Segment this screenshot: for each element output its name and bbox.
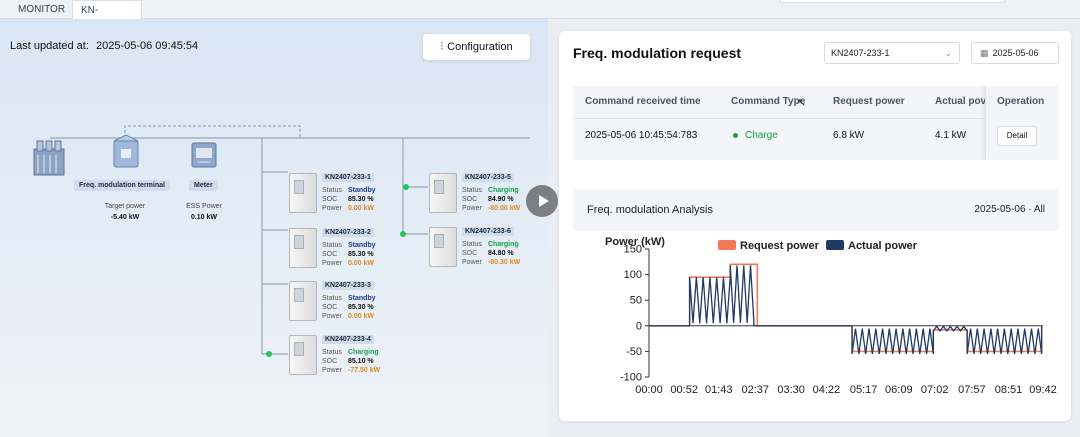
top-dropdown-edge [780, 0, 1005, 3]
chevron-down-icon: ⌄ [944, 48, 952, 58]
unit-status-row: Status Charging [322, 349, 379, 356]
meter-label: Meter [189, 180, 218, 191]
unit-power-row: Power -77.50 kW [322, 367, 381, 374]
col-header-operation: Operation [997, 96, 1045, 107]
x-tick-label: 00:00 [635, 384, 663, 396]
tab-monitor-label: MONITOR [18, 4, 66, 15]
y-tick-label: 100 [624, 269, 642, 281]
cell-type: Charge [733, 130, 778, 141]
x-tick-label: 02:37 [742, 384, 770, 396]
unit-card-1[interactable]: KN2407-233-1 Status Standby SOC 85.30 % … [289, 173, 409, 223]
unit-soc-row: SOC 85.30 % [322, 196, 374, 203]
battery-cabinet-icon [289, 228, 317, 268]
dashed-link [124, 125, 301, 138]
unit-card-2[interactable]: KN2407-233-2 Status Standby SOC 85.30 % … [289, 228, 409, 278]
transformer-icon [33, 140, 65, 176]
y-tick-label: -50 [626, 346, 642, 358]
detail-button[interactable]: Detail [997, 126, 1037, 146]
ess-power-value: 0.10 kW [190, 214, 218, 221]
battery-cabinet-icon [429, 227, 457, 267]
tab-kn-2407[interactable]: KN-2407✕ [72, 0, 142, 35]
cell-time: 2025-05-06 10:45:54:783 [585, 130, 698, 141]
x-tick-label: 07:57 [958, 384, 986, 396]
active-dot-4 [266, 351, 272, 357]
unit-power-row: Power 0.00 kW [322, 260, 375, 267]
unit-name: KN2407-233-1 [322, 173, 374, 182]
unit-soc-row: SOC 85.30 % [322, 251, 374, 258]
legend-label: Actual power [848, 240, 918, 252]
unit-name: KN2407-233-4 [322, 335, 374, 344]
battery-cabinet-icon [289, 173, 317, 213]
x-tick-label: 09:42 [1029, 384, 1057, 396]
unit-card-3[interactable]: KN2407-233-3 Status Standby SOC 85.30 % … [289, 281, 409, 331]
unit-card-6[interactable]: KN2407-233-6 Status Charging SOC 84.80 %… [429, 227, 549, 277]
x-tick-label: 08:51 [995, 384, 1023, 396]
y-tick-label: -100 [620, 372, 642, 384]
unit-power-row: Power 0.00 kW [322, 205, 375, 212]
x-tick-label: 04:22 [813, 384, 841, 396]
unit-name: KN2407-233-5 [462, 173, 514, 182]
chart-area: -100 -50 0 50 100 150 00:00 00:52 01:43 02:37 03:3… [573, 231, 1059, 407]
operation-column: Operation Detail [985, 86, 1059, 160]
legend-swatch [718, 240, 736, 250]
unit-status-row: Status Standby [322, 242, 376, 249]
terminal-icon [113, 134, 139, 168]
unit-soc-row: SOC 85.30 % [322, 304, 374, 311]
unit-card-4[interactable]: KN2407-233-4 Status Charging SOC 85.10 %… [289, 335, 409, 385]
device-select-value: KN2407-233-1 [831, 48, 890, 58]
legend-label: Request power [740, 240, 820, 252]
analysis-range: 2025-05-06 · All [974, 204, 1045, 215]
unit-name: KN2407-233-2 [322, 228, 374, 237]
x-tick-label: 07:02 [921, 384, 949, 396]
y-axis-label: Power (kW) [605, 236, 665, 248]
panel-title: Freq. modulation request [573, 45, 742, 61]
col-header-time: Command received time [585, 96, 701, 107]
unit-status-row: Status Standby [322, 187, 376, 194]
unit-soc-row: SOC 85.10 % [322, 358, 374, 365]
x-tick-label: 00:52 [670, 384, 698, 396]
device-select[interactable]: KN2407-233-1 ⌄ [824, 42, 960, 64]
unit-status-row: Status Charging [462, 241, 519, 248]
status-dot-icon [733, 132, 738, 138]
power-chart: -100-5005010015000:00 00:52 01:43 02:37 03:3… [605, 236, 1057, 396]
target-power-label: Target power [104, 203, 146, 210]
request-table: Command received time Command Type Reque… [573, 86, 1059, 160]
play-icon[interactable] [526, 185, 558, 217]
unit-power-row: Power 0.00 kW [322, 313, 375, 320]
unit-power-row: Power -80.30 kW [462, 259, 521, 266]
cell-actual: 4.1 kW [935, 130, 967, 141]
col-header-type: Command Type [731, 96, 806, 107]
x-tick-label: 06:09 [885, 384, 913, 396]
terminal-label: Freq. modulation terminal [74, 180, 170, 191]
date-value: 2025-05-06 [992, 48, 1039, 58]
x-tick-label: 05:17 [850, 384, 878, 396]
topology-panel: Last updated at: 2025-05-06 09:45:54 ⫶ Co… [0, 19, 548, 437]
unit-soc-row: SOC 84.80 % [462, 250, 514, 257]
ess-power-label: ESS Power [186, 203, 222, 210]
col-header-request: Request power [833, 96, 905, 107]
battery-cabinet-icon [429, 173, 457, 213]
y-tick-label: 0 [636, 320, 642, 332]
legend-swatch [826, 240, 844, 250]
unit-status-row: Status Standby [322, 295, 376, 302]
x-tick-label: 01:43 [705, 384, 733, 396]
analysis-title: Freq. modulation Analysis [587, 204, 713, 216]
battery-cabinet-icon [289, 281, 317, 321]
x-tick-label: 03:30 [777, 384, 805, 396]
target-power-value: -5.40 kW [110, 214, 140, 221]
calendar-icon: ▦ [980, 48, 989, 58]
freq-request-panel: Freq. modulation request KN2407-233-1 ⌄ … [559, 31, 1071, 421]
battery-cabinet-icon [289, 335, 317, 375]
unit-name: KN2407-233-3 [322, 281, 374, 290]
y-tick-label: 50 [630, 295, 642, 307]
col-header-actual: Actual pov [935, 96, 987, 107]
mouse-cursor-icon: ↖ [797, 97, 807, 109]
meter-icon [191, 142, 217, 168]
unit-name: KN2407-233-6 [462, 227, 514, 236]
date-picker[interactable]: ▦ 2025-05-06 [971, 42, 1059, 64]
tab-monitor[interactable]: MONITOR [10, 0, 73, 19]
series-line-actual [649, 265, 1043, 355]
analysis-card: Freq. modulation Analysis 2025-05-06 · A… [573, 189, 1059, 407]
cell-request: 6.8 kW [833, 130, 865, 141]
